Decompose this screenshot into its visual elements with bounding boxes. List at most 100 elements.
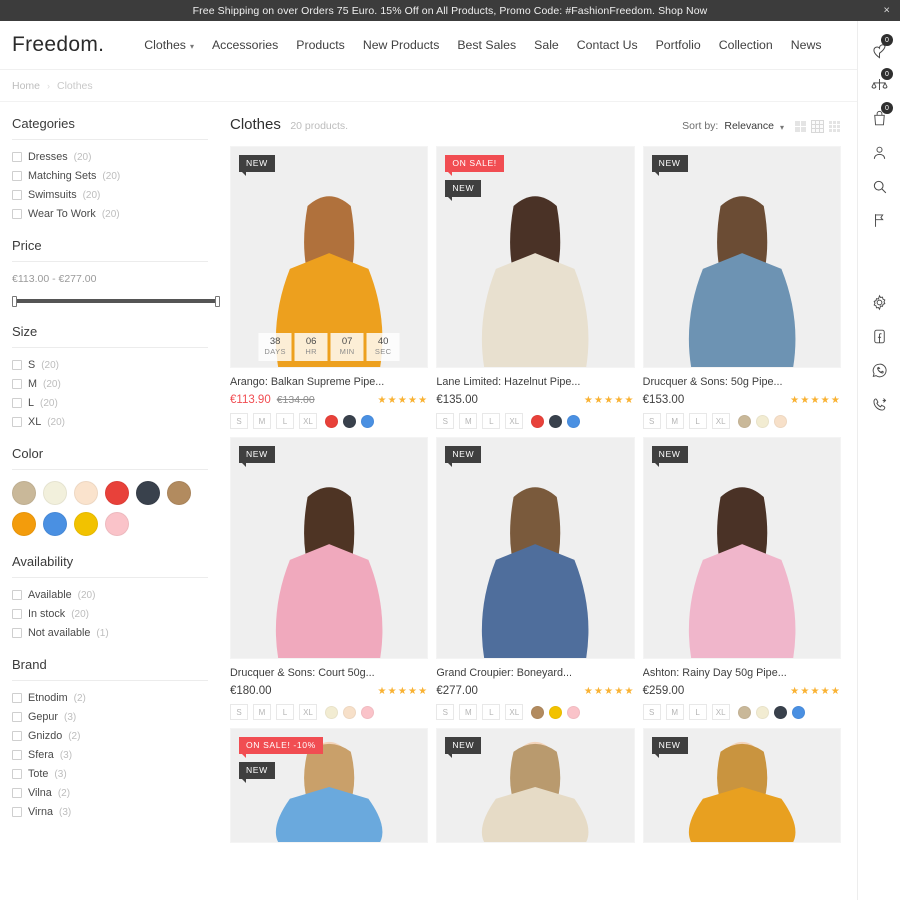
size-option[interactable]: XL xyxy=(299,413,317,429)
checkbox-icon[interactable] xyxy=(12,693,22,703)
nav-item-collection[interactable]: Collection xyxy=(719,38,773,52)
flag-icon[interactable] xyxy=(864,203,894,237)
grid-4-icon[interactable] xyxy=(828,120,841,133)
nav-item-news[interactable]: News xyxy=(791,38,822,52)
color-option[interactable] xyxy=(737,705,751,719)
color-option[interactable] xyxy=(791,705,805,719)
settings-gear-icon[interactable] xyxy=(864,285,894,319)
color-option[interactable] xyxy=(531,414,545,428)
product-thumbnail[interactable]: NEW 38 DAYS 06 HR 07 MIN 40 SEC xyxy=(230,146,429,368)
checkbox-icon[interactable] xyxy=(12,209,22,219)
checkbox-icon[interactable] xyxy=(12,152,22,162)
size-option[interactable]: M xyxy=(665,413,684,429)
checkbox-icon[interactable] xyxy=(12,360,22,370)
color-swatch[interactable] xyxy=(43,481,67,505)
size-option[interactable]: S xyxy=(436,413,455,429)
checkbox-icon[interactable] xyxy=(12,398,22,408)
size-option[interactable]: S xyxy=(436,704,455,720)
filter-option[interactable]: XL (20) xyxy=(12,416,208,428)
wishlist-heart-icon[interactable]: 0 xyxy=(864,33,894,67)
price-range-slider[interactable] xyxy=(12,296,220,307)
filter-option[interactable]: Swimsuits (20) xyxy=(12,189,208,201)
checkbox-icon[interactable] xyxy=(12,731,22,741)
color-option[interactable] xyxy=(755,705,769,719)
filter-option[interactable]: Not available (1) xyxy=(12,627,208,639)
product-name[interactable]: Arango: Balkan Supreme Pipe... xyxy=(230,376,428,388)
product-card[interactable]: NEW Drucquer & Sons: Court 50g... €180.00 ★… xyxy=(230,437,429,720)
size-option[interactable]: M xyxy=(665,704,684,720)
checkbox-icon[interactable] xyxy=(12,628,22,638)
color-swatch[interactable] xyxy=(43,512,67,536)
color-option[interactable] xyxy=(361,705,374,719)
grid-2-icon[interactable] xyxy=(794,120,807,133)
color-option[interactable] xyxy=(531,705,545,719)
product-card[interactable]: NEW Grand Croupier: Boneyard... €277.00 ★★★… xyxy=(436,437,635,720)
size-option[interactable]: M xyxy=(253,413,271,429)
size-option[interactable]: L xyxy=(276,413,294,429)
color-option[interactable] xyxy=(567,414,581,428)
size-option[interactable]: S xyxy=(642,413,661,429)
nav-item-contact-us[interactable]: Contact Us xyxy=(577,38,638,52)
size-option[interactable]: S xyxy=(230,704,248,720)
product-card[interactable]: NEW Ashton: Rainy Day 50g Pipe... €259.00 ★… xyxy=(642,437,841,720)
product-thumbnail[interactable]: ON SALE! -10% NEW xyxy=(230,728,429,843)
color-option[interactable] xyxy=(325,705,338,719)
search-icon[interactable] xyxy=(864,169,894,203)
color-option[interactable] xyxy=(773,414,787,428)
nav-item-new-products[interactable]: New Products xyxy=(363,38,440,52)
account-user-icon[interactable] xyxy=(864,135,894,169)
checkbox-icon[interactable] xyxy=(12,750,22,760)
color-swatch[interactable] xyxy=(12,481,36,505)
filter-option[interactable]: Available (20) xyxy=(12,589,208,601)
size-option[interactable]: XL xyxy=(711,413,730,429)
product-thumbnail[interactable]: NEW xyxy=(436,728,635,843)
checkbox-icon[interactable] xyxy=(12,807,22,817)
filter-option[interactable]: Dresses (20) xyxy=(12,151,208,163)
color-option[interactable] xyxy=(343,705,356,719)
nav-item-clothes[interactable]: Clothes ▾ xyxy=(144,38,194,52)
nav-item-portfolio[interactable]: Portfolio xyxy=(656,38,701,52)
size-option[interactable]: M xyxy=(459,704,478,720)
whatsapp-icon[interactable] xyxy=(864,353,894,387)
product-card[interactable]: ON SALE! NEW Lane Limited: Hazelnut Pipe..… xyxy=(436,146,635,429)
checkbox-icon[interactable] xyxy=(12,769,22,779)
color-swatch[interactable] xyxy=(136,481,160,505)
color-swatch[interactable] xyxy=(105,481,129,505)
filter-option[interactable]: Sfera (3) xyxy=(12,749,208,761)
size-option[interactable]: M xyxy=(253,704,271,720)
filter-option[interactable]: L (20) xyxy=(12,397,208,409)
size-option[interactable]: L xyxy=(276,704,294,720)
slider-handle-max[interactable] xyxy=(215,296,220,307)
color-option[interactable] xyxy=(549,705,563,719)
size-option[interactable]: S xyxy=(230,413,248,429)
product-thumbnail[interactable]: ON SALE! NEW xyxy=(436,146,635,368)
checkbox-icon[interactable] xyxy=(12,417,22,427)
checkbox-icon[interactable] xyxy=(12,788,22,798)
checkbox-icon[interactable] xyxy=(12,190,22,200)
size-option[interactable]: XL xyxy=(505,704,524,720)
sort-dropdown[interactable]: Sort by: Relevance ▾ xyxy=(682,120,784,132)
product-name[interactable]: Drucquer & Sons: Court 50g... xyxy=(230,667,428,679)
product-card[interactable]: NEW 38 DAYS 06 HR 07 MIN 40 SEC Arango: Balkan Su… xyxy=(230,146,429,429)
color-option[interactable] xyxy=(755,414,769,428)
color-option[interactable] xyxy=(567,705,581,719)
color-option[interactable] xyxy=(343,414,356,428)
color-swatch[interactable] xyxy=(12,512,36,536)
color-option[interactable] xyxy=(773,705,787,719)
size-option[interactable]: L xyxy=(688,413,707,429)
filter-option[interactable]: M (20) xyxy=(12,378,208,390)
filter-option[interactable]: Virna (3) xyxy=(12,806,208,818)
nav-item-products[interactable]: Products xyxy=(296,38,345,52)
color-option[interactable] xyxy=(549,414,563,428)
filter-option[interactable]: In stock (20) xyxy=(12,608,208,620)
size-option[interactable]: L xyxy=(482,413,501,429)
size-option[interactable]: L xyxy=(688,704,707,720)
filter-option[interactable]: Gepur (3) xyxy=(12,711,208,723)
checkbox-icon[interactable] xyxy=(12,590,22,600)
size-option[interactable]: L xyxy=(482,704,501,720)
facebook-icon[interactable] xyxy=(864,319,894,353)
product-thumbnail[interactable]: NEW xyxy=(436,437,635,659)
product-card[interactable]: NEW xyxy=(436,728,635,843)
phone-callback-icon[interactable] xyxy=(864,387,894,421)
grid-3-icon[interactable] xyxy=(811,119,824,133)
